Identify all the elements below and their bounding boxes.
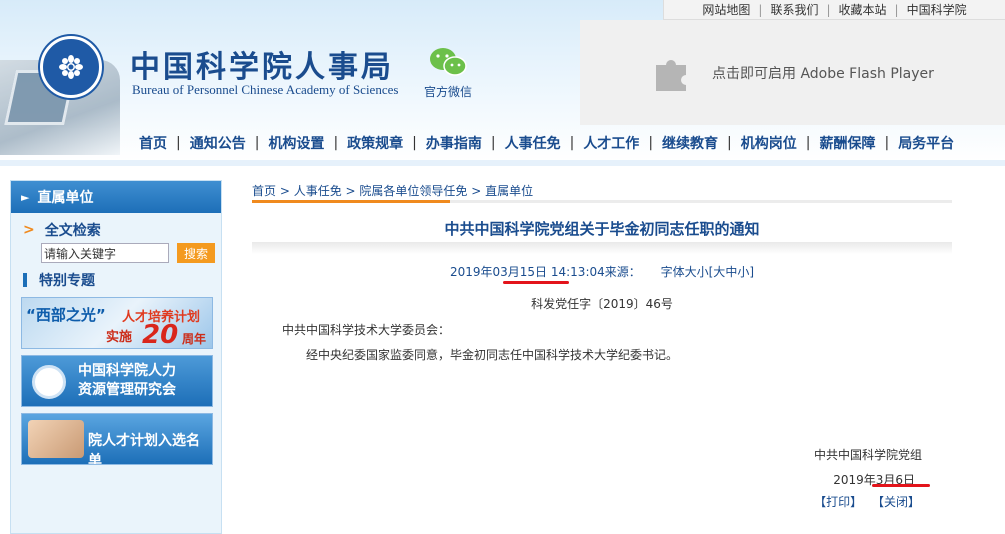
contact-link[interactable]: 联系我们 [762,1,826,18]
wechat-label: 官方微信 [424,85,473,99]
sitemap-link[interactable]: 网站地图 [694,1,758,18]
font-size-close: ] [749,265,755,279]
source-label: 来源： [604,265,641,279]
nav-notices[interactable]: 通知公告 [181,133,255,153]
top-utility-bar: 网站地图 | 联系我们 | 收藏本站 | 中国科学院 [663,0,1005,20]
nav-home[interactable]: 首页 [130,133,176,153]
main-nav: 首页 | 通知公告 | 机构设置 | 政策规章 | 办事指南 | 人事任免 | … [130,131,963,155]
special-topics-title: 特别专题 [39,273,95,289]
title-shadow [252,242,952,254]
banner-text: 20 [142,320,179,349]
hr-research-society-banner[interactable]: 中国科学院人力 资源管理研究会 [21,355,213,407]
search-row: 搜索 [11,243,221,263]
banner-text: 实施 [106,330,133,345]
header-band [0,160,1005,166]
flash-placeholder[interactable]: 点击即可启用 Adobe Flash Player [580,20,1005,125]
breadcrumb-underline [252,200,952,203]
site-header: 中国科学院人事局 Bureau of Personnel Chinese Aca… [0,0,1005,162]
sidebar: ► 直属单位 > 全文检索 搜索 特别专题 “西部之光” 人才培养计划 实施 2… [10,180,222,534]
bookmark-link[interactable]: 收藏本站 [831,1,895,18]
banner-text: 院人才计划入选名单 [88,433,200,465]
breadcrumb-separator: > [276,184,294,198]
addressee: 中共中国科学技术大学委员会： [282,323,451,337]
breadcrumb-appointments[interactable]: 人事任免 [294,184,342,198]
society-emblem-icon [32,365,66,399]
article-actions: 【打印】 【关闭】 [808,493,920,510]
flash-enable-text: 点击即可启用 Adobe Flash Player [712,65,934,82]
document-number: 科发党任字〔2019〕46号 [531,297,673,311]
site-subtitle: Bureau of Personnel Chinese Academy of S… [132,82,399,97]
breadcrumb-home[interactable]: 首页 [252,184,276,198]
close-link[interactable]: 【关闭】 [872,495,920,509]
wechat-icon [430,48,467,76]
talent-program-banner[interactable]: 院人才计划入选名单 [21,413,213,465]
banner-text: 周年 [182,332,207,346]
font-size-small[interactable]: 小 [737,265,749,279]
breadcrumb-direct-units[interactable]: 直属单位 [485,184,533,198]
annotation-underline [503,281,569,284]
fulltext-search-section: > 全文检索 [11,219,221,241]
search-input[interactable] [41,243,169,263]
article-body: 经中央纪委国家监委同意，毕金初同志任中国科学技术大学纪委书记。 [306,348,679,362]
flower-emblem-icon [59,55,83,79]
cas-logo[interactable] [40,36,102,98]
banner-text: “西部之光” [26,306,106,324]
nav-salary[interactable]: 薪酬保障 [810,133,884,153]
special-topics-section: 特别专题 [11,269,221,291]
handshake-icon [28,420,84,458]
article-meta: 2019年03月15日 14:13:04来源： 字体大小[大中小] [252,263,952,280]
nav-positions[interactable]: 机构岗位 [732,133,806,153]
banner-text: 中国科学院人力 [78,363,176,379]
nav-guide[interactable]: 办事指南 [417,133,491,153]
signer: 中共中国科学院党组 [813,448,922,462]
sidebar-heading-label: 直属单位 [37,190,94,206]
sidebar-heading[interactable]: ► 直属单位 [11,181,221,213]
font-size-control: 字体大小[大中小] [661,265,754,279]
breadcrumb-unit-leaders[interactable]: 院属各单位领导任免 [359,184,467,198]
search-section-title: 全文检索 [44,223,101,239]
cas-home-link[interactable]: 中国科学院 [899,1,975,18]
font-size-label: 字体大小[ [660,265,714,279]
nav-policies[interactable]: 政策规章 [338,133,412,153]
breadcrumb-separator: > [341,184,360,198]
section-bar-icon [23,273,27,287]
nav-organization[interactable]: 机构设置 [259,133,333,153]
search-button[interactable]: 搜索 [177,243,215,263]
annotation-underline [872,484,930,487]
nav-appointments[interactable]: 人事任免 [496,133,570,153]
font-size-medium[interactable]: 中 [725,265,737,279]
breadcrumb: 首页 > 人事任免 > 院属各单位领导任免 > 直属单位 [252,182,533,199]
font-size-large[interactable]: 大 [713,265,725,279]
site-title: 中国科学院人事局 [130,50,394,85]
print-link[interactable]: 【打印】 [814,495,862,509]
article-title: 中共中国科学院党组关于毕金初同志任职的通知 [444,220,760,238]
nav-education[interactable]: 继续教育 [653,133,727,153]
nav-platform[interactable]: 局务平台 [889,133,963,153]
wechat-link[interactable]: 官方微信 [424,46,472,100]
nav-talent[interactable]: 人才工作 [574,133,648,153]
chevron-right-icon: > [23,222,35,238]
western-light-banner[interactable]: “西部之光” 人才培养计划 实施 20 周年 [21,297,213,349]
publish-date: 2019年03月15日 14:13:04 [449,265,605,279]
banner-text: 资源管理研究会 [78,382,176,398]
breadcrumb-separator: > [467,184,486,198]
chevron-right-icon: ► [21,190,30,204]
plugin-puzzle-icon [656,59,686,91]
